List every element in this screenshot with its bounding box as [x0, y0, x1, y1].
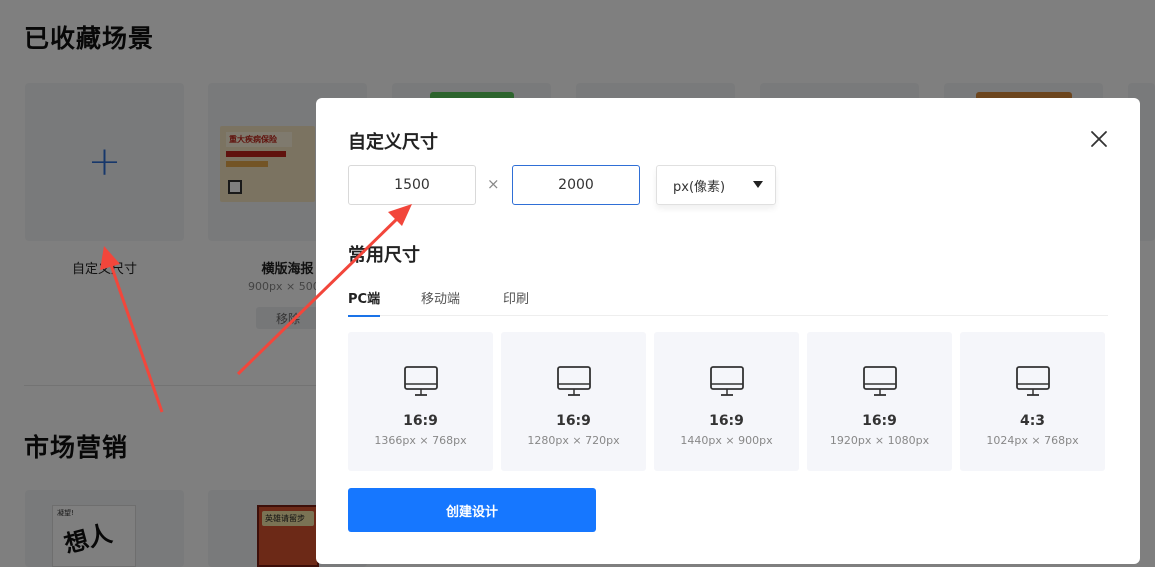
monitor-icon	[1016, 366, 1050, 396]
common-sizes-title: 常用尺寸	[348, 245, 420, 266]
width-input[interactable]	[348, 165, 476, 205]
caret-down-icon	[753, 181, 763, 188]
dialog-title: 自定义尺寸	[348, 132, 438, 153]
preset-dimensions: 1366px × 768px	[374, 434, 467, 447]
preset-dimensions: 1024px × 768px	[986, 434, 1079, 447]
preset-card[interactable]: 16:9 1920px × 1080px	[807, 332, 952, 471]
close-icon	[1091, 131, 1107, 147]
preset-ratio: 16:9	[862, 413, 897, 429]
custom-size-dialog: 自定义尺寸 × px(像素) 常用尺寸 PC端 移动端 印刷 16:9 1366…	[316, 98, 1140, 564]
monitor-icon	[557, 366, 591, 396]
close-button[interactable]	[1088, 128, 1110, 150]
monitor-icon	[863, 366, 897, 396]
unit-select[interactable]: px(像素)	[656, 165, 776, 205]
preset-ratio: 4:3	[1019, 413, 1046, 429]
monitor-icon	[404, 366, 438, 396]
preset-ratio: 16:9	[709, 413, 744, 429]
unit-select-value: px(像素)	[673, 179, 726, 195]
tab-print[interactable]: 印刷	[503, 288, 529, 315]
preset-ratio: 16:9	[556, 413, 591, 429]
preset-ratio: 16:9	[403, 413, 438, 429]
preset-card[interactable]: 4:3 1024px × 768px	[960, 332, 1105, 471]
tab-mobile[interactable]: 移动端	[421, 288, 460, 315]
preset-dimensions: 1920px × 1080px	[829, 434, 930, 447]
times-symbol: ×	[487, 175, 500, 193]
monitor-icon	[710, 366, 744, 396]
create-design-button[interactable]: 创建设计	[348, 488, 596, 532]
preset-dimensions: 1280px × 720px	[527, 434, 620, 447]
size-category-tabs: PC端 移动端 印刷	[348, 286, 1108, 317]
tab-pc[interactable]: PC端	[348, 288, 381, 317]
preset-card[interactable]: 16:9 1280px × 720px	[501, 332, 646, 471]
height-input[interactable]	[512, 165, 640, 205]
preset-card[interactable]: 16:9 1440px × 900px	[654, 332, 799, 471]
preset-dimensions: 1440px × 900px	[680, 434, 773, 447]
preset-card[interactable]: 16:9 1366px × 768px	[348, 332, 493, 471]
